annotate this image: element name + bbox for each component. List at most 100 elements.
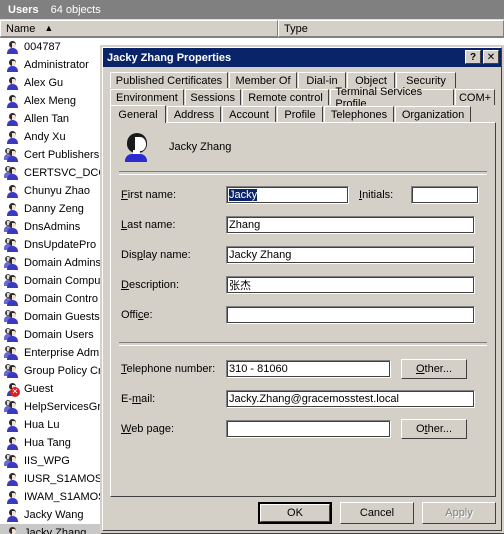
tab-terminal-services-profile[interactable]: Terminal Services Profile <box>330 86 454 110</box>
list-item-label: Andy Xu <box>24 131 66 143</box>
tab-row-2: Environment Sessions Remote control Termina… <box>110 86 496 110</box>
list-item-label: Hua Lu <box>24 419 60 431</box>
tab-label: Environment <box>116 91 178 104</box>
tab-address[interactable]: Address <box>167 106 221 122</box>
tab-organization[interactable]: Organization <box>395 106 471 122</box>
group-icon <box>4 147 20 163</box>
user-icon <box>4 129 20 145</box>
close-icon[interactable]: ✕ <box>483 50 499 64</box>
group-icon <box>4 255 20 271</box>
list-item-label: Administrator <box>24 59 89 71</box>
tab-label: Member Of <box>235 74 291 87</box>
help-button[interactable]: ? <box>465 50 481 64</box>
tab-general[interactable]: General <box>110 105 166 123</box>
list-item-label: Allen Tan <box>24 113 70 125</box>
list-item-label: Chunyu Zhao <box>24 185 91 197</box>
tab-environment[interactable]: Environment <box>110 89 184 105</box>
user-icon <box>4 93 20 109</box>
group-icon <box>4 165 20 181</box>
field-row-email: E-mail: Jacky.Zhang@gracemosstest.local <box>121 389 489 409</box>
field-row-office: Office: <box>121 305 489 325</box>
telephone-input[interactable]: 310 - 81060 <box>226 360 391 378</box>
list-item-label: IUSR_S1AMOS <box>24 473 103 485</box>
list-item-label: IIS_WPG <box>24 455 70 467</box>
other-telephone-label: Other... <box>415 363 453 375</box>
field-row-display-name: Display name: Jacky Zhang <box>121 245 489 265</box>
last-name-label: Last name: <box>121 219 176 231</box>
field-row-first-name: First name: Jacky Initials: <box>121 185 489 205</box>
tab-sessions[interactable]: Sessions <box>184 89 241 105</box>
email-input[interactable]: Jacky.Zhang@gracemosstest.local <box>226 390 475 408</box>
list-item-label: Group Policy Cr <box>24 365 102 377</box>
tab-member-of[interactable]: Member Of <box>229 72 297 88</box>
cancel-button[interactable]: Cancel <box>340 502 414 524</box>
user-icon <box>4 507 20 523</box>
divider-bottom <box>119 342 487 346</box>
field-row-web-page: Web page: Other... <box>121 419 489 439</box>
tab-profile[interactable]: Profile <box>277 106 323 122</box>
user-disabled-icon: ✕ <box>4 381 20 397</box>
first-name-value: Jacky <box>229 189 258 201</box>
dialog-titlebar[interactable]: Jacky Zhang Properties ? ✕ <box>103 48 501 67</box>
description-input[interactable]: 张杰 <box>226 276 475 294</box>
display-name-label: Display name: <box>121 249 191 261</box>
tab-label: Organization <box>401 108 465 121</box>
user-icon <box>4 201 20 217</box>
first-name-label: First name: <box>121 189 177 201</box>
group-icon <box>4 345 20 361</box>
tab-published-certificates[interactable]: Published Certificates <box>110 72 228 88</box>
tab-row-3: General Address Account Profile Telephones Or… <box>110 105 496 123</box>
other-web-page-label: Other... <box>415 423 453 435</box>
tab-label: General <box>118 108 158 121</box>
tab-label: Address <box>173 108 215 121</box>
column-header-name[interactable]: Name ▲ <box>0 20 278 37</box>
list-item-label: Domain Guests <box>24 311 100 323</box>
field-row-last-name: Last name: Zhang <box>121 215 489 235</box>
ok-button[interactable]: OK <box>258 502 332 524</box>
apply-button: Apply <box>422 502 496 524</box>
group-icon <box>4 363 20 379</box>
list-item-label: CERTSVC_DCO <box>24 167 107 179</box>
column-header-name-label: Name <box>6 22 36 35</box>
last-name-value: Zhang <box>229 219 261 231</box>
list-item-label: HelpServicesGr <box>24 401 102 413</box>
column-header-type-label: Type <box>284 22 308 35</box>
list-item-label: Alex Gu <box>24 77 64 89</box>
tab-account[interactable]: Account <box>222 106 276 122</box>
other-telephone-button[interactable]: Other... <box>401 359 467 379</box>
list-item-label: Domain Contro <box>24 293 98 305</box>
general-tab-page: Jacky Zhang First name: Jacky Initials: … <box>110 122 496 497</box>
list-item-label: Hua Tang <box>24 437 71 449</box>
tab-label: Published Certificates <box>115 74 223 87</box>
group-icon <box>4 453 20 469</box>
user-identity-block: Jacky Zhang <box>121 131 231 163</box>
group-icon <box>4 273 20 289</box>
cancel-button-label: Cancel <box>359 507 395 519</box>
user-icon <box>4 489 20 505</box>
column-header-type[interactable]: Type <box>278 20 504 37</box>
office-label: Office: <box>121 309 153 321</box>
mmc-window: Users 64 objects Name ▲ Type 004787 Admin… <box>0 0 504 534</box>
field-row-telephone: Telephone number: 310 - 81060 Other... <box>121 359 489 379</box>
tab-com[interactable]: COM+ <box>454 89 495 105</box>
last-name-input[interactable]: Zhang <box>226 216 475 234</box>
user-icon <box>4 417 20 433</box>
tab-remote-control[interactable]: Remote control <box>241 89 330 105</box>
list-item-label: Domain Admins <box>24 257 102 269</box>
description-label: Description: <box>121 279 180 291</box>
other-web-page-button[interactable]: Other... <box>401 419 467 439</box>
display-name-input[interactable]: Jacky Zhang <box>226 246 475 264</box>
list-item-label: Alex Meng <box>24 95 76 107</box>
web-page-input[interactable] <box>226 420 391 438</box>
tab-telephones[interactable]: Telephones <box>324 106 394 122</box>
group-icon <box>4 219 20 235</box>
web-page-label: Web page: <box>121 423 175 435</box>
list-item-label: Cert Publishers <box>24 149 100 161</box>
user-icon <box>4 39 20 55</box>
first-name-input[interactable]: Jacky <box>226 186 349 204</box>
dialog-title: Jacky Zhang Properties <box>107 51 232 64</box>
display-name-value: Jacky Zhang <box>229 249 292 261</box>
initials-input[interactable] <box>411 186 479 204</box>
office-input[interactable] <box>226 306 475 324</box>
list-item-label: 004787 <box>24 41 61 53</box>
